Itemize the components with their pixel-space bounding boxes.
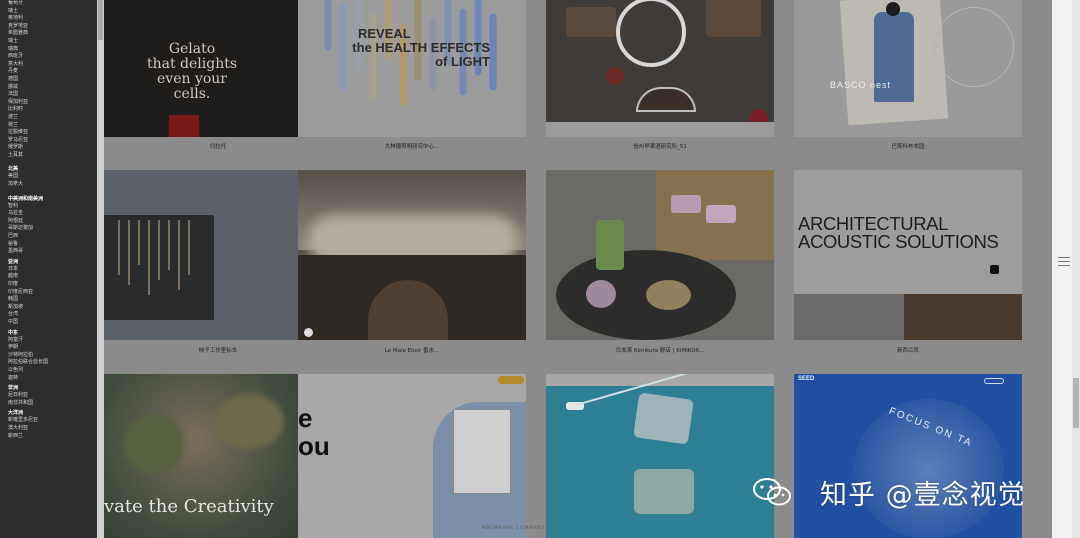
sidebar-item[interactable]: 阿富汗 bbox=[8, 337, 97, 345]
sidebar-scrollbar[interactable] bbox=[97, 0, 104, 538]
thumb-basco[interactable]: BASCO nest bbox=[794, 0, 1022, 137]
page-scrollbar-thumb[interactable] bbox=[1073, 378, 1079, 428]
sidebar-scrollbar-thumb[interactable] bbox=[98, 0, 103, 40]
sidebar-item[interactable]: 中国 bbox=[8, 319, 97, 327]
sidebar-item[interactable]: 波兰 bbox=[8, 114, 97, 122]
thumb-tin[interactable] bbox=[546, 374, 774, 538]
reveal-line3: of LIGHT bbox=[435, 54, 490, 69]
sidebar-item[interactable]: 乌拉圭 bbox=[8, 210, 97, 218]
sidebar-item[interactable]: 美国 bbox=[8, 173, 97, 181]
sidebar-item[interactable]: 印度尼西亚 bbox=[8, 289, 97, 297]
sidebar-item[interactable]: 西班牙 bbox=[8, 53, 97, 61]
menu-icon[interactable] bbox=[1058, 257, 1070, 266]
basco-logo: BASCO nest bbox=[830, 80, 892, 90]
region-sidebar: 葡萄牙 瑞士 奥地利 克罗地亚 希腊雅典 瑞士 瑞典 西班牙 意大利 丹麦 德国 挪威 法国 保加利亚 比利… bbox=[0, 0, 97, 538]
wechat-icon bbox=[753, 478, 791, 506]
gelato-line2: that delights bbox=[146, 56, 238, 72]
sidebar-item[interactable]: 阿拉伯联合酋长国 bbox=[8, 359, 97, 367]
sidebar-item[interactable]: 希腊雅典 bbox=[8, 30, 97, 38]
sidebar-item[interactable]: 秘鲁 bbox=[8, 241, 97, 249]
card-caption[interactable]: 大林德照明研究中心... bbox=[298, 142, 526, 150]
you-line1: e bbox=[298, 403, 313, 433]
thumb-lemale[interactable] bbox=[298, 170, 526, 340]
thumb-acoustic[interactable]: ARCHITECTURAL ACOUSTIC SOLUTIONS bbox=[794, 170, 1022, 340]
app-root: 葡萄牙 瑞士 奥地利 克罗地亚 希腊雅典 瑞士 瑞典 西班牙 意大利 丹麦 德国 挪威 法国 保加利亚 比利… bbox=[0, 0, 1080, 538]
sidebar-item[interactable]: 意大利 bbox=[8, 61, 97, 69]
sidebar-heading: 中美洲和南美洲 bbox=[8, 195, 44, 202]
you-badge bbox=[498, 376, 524, 384]
tools-graphic bbox=[118, 220, 190, 295]
gelato-line1: Gelato bbox=[168, 41, 216, 57]
reveal-line1: REVEAL bbox=[358, 26, 411, 41]
sidebar-item[interactable]: 荷兰 bbox=[8, 122, 97, 130]
sidebar-item[interactable]: 韩国 bbox=[8, 296, 97, 304]
sidebar-item[interactable]: 迦特 bbox=[8, 375, 97, 383]
thumb-reveal[interactable]: REVEAL the HEALTH EFFECTS of LIGHT bbox=[298, 0, 526, 137]
magnifier-icon bbox=[616, 0, 686, 67]
card-caption[interactable]: 新西兰风 bbox=[794, 346, 1022, 354]
sidebar-item[interactable]: 澳大利亚 bbox=[8, 425, 97, 433]
sidebar-item[interactable]: 以色列 bbox=[8, 367, 97, 375]
sidebar-item[interactable]: 瑞士 bbox=[8, 38, 97, 46]
sidebar-item[interactable]: 德国 bbox=[8, 76, 97, 84]
sidebar-item[interactable]: 丹麦 bbox=[8, 68, 97, 76]
card-caption[interactable]: 日本茶 Kimikura 舒店 | KIMIKUR... bbox=[546, 346, 774, 354]
sidebar-heading: 亚洲 bbox=[8, 258, 19, 265]
sidebar-item[interactable]: 南非共和国 bbox=[8, 400, 97, 408]
card-caption[interactable]: 信州早果酒研究所_51 bbox=[546, 142, 774, 150]
sidebar-item[interactable]: 墨西哥 bbox=[8, 248, 97, 256]
sidebar-item[interactable]: 新加坡 bbox=[8, 304, 97, 312]
sidebar-item[interactable]: 尼日利亚 bbox=[8, 392, 97, 400]
sidebar-item[interactable]: 土耳其 bbox=[8, 152, 97, 160]
sidebar-item[interactable]: 印度 bbox=[8, 281, 97, 289]
sidebar-heading: 北美 bbox=[8, 166, 19, 173]
sidebar-heading: 中东 bbox=[8, 329, 19, 336]
sidebar-item[interactable]: 新西兰 bbox=[8, 433, 97, 441]
thumb-kimikura[interactable] bbox=[546, 170, 774, 340]
sidebar-item[interactable]: 巴西 bbox=[8, 233, 97, 241]
thumb-seed[interactable]: SEED FOCUS ON TA bbox=[794, 374, 1022, 538]
gelato-red-block bbox=[169, 115, 199, 137]
sidebar-item[interactable]: 伊朗 bbox=[8, 344, 97, 352]
sidebar-item[interactable]: 台湾 bbox=[8, 311, 97, 319]
footer-logo: ABEMASHI COMPANY bbox=[482, 526, 546, 531]
sidebar-item[interactable]: 法国 bbox=[8, 91, 97, 99]
reveal-line2: the HEALTH EFFECTS bbox=[352, 40, 490, 55]
acoustic-icon bbox=[990, 265, 999, 274]
sidebar-item[interactable]: 拉脱维亚 bbox=[8, 129, 97, 137]
page-scrollbar[interactable] bbox=[1072, 0, 1080, 538]
sidebar-item[interactable]: 哥斯达黎加 bbox=[8, 225, 97, 233]
sidebar-heading: 非洲 bbox=[8, 385, 19, 392]
creativity-text: vate the Creativity bbox=[104, 496, 274, 517]
sidebar-item[interactable]: 葡萄牙 bbox=[8, 0, 97, 8]
gelato-line3: even your cells. bbox=[157, 71, 227, 102]
lemale-icon bbox=[304, 328, 313, 337]
sidebar-item[interactable]: 日本 bbox=[8, 266, 97, 274]
card-caption[interactable]: Le Male Elixir 香水... bbox=[298, 346, 526, 354]
sidebar-item[interactable]: 奥地利 bbox=[8, 15, 97, 23]
sidebar-item[interactable]: 挪威 bbox=[8, 84, 97, 92]
sidebar-item[interactable]: 越南 bbox=[8, 273, 97, 281]
you-line2: ou bbox=[298, 431, 330, 461]
acoustic-line2: ACOUSTIC SOLUTIONS bbox=[798, 231, 999, 252]
gallery: Gelato that delights even your cells. 切拉… bbox=[104, 0, 1052, 538]
thumb-shinshu[interactable] bbox=[546, 0, 774, 137]
sidebar-item[interactable]: 新喀里多尼亚 bbox=[8, 417, 97, 425]
sidebar-item[interactable]: 比利时 bbox=[8, 106, 97, 114]
watermark: 知乎 @壹念视觉 bbox=[752, 472, 1026, 512]
watermark-text: 知乎 @壹念视觉 bbox=[820, 479, 1026, 511]
seed-logo: SEED bbox=[798, 376, 815, 382]
card-caption[interactable]: 巴斯科布衣园 bbox=[794, 142, 1022, 150]
sidebar-item[interactable]: 俄罗斯 bbox=[8, 144, 97, 152]
sidebar-item[interactable]: 加拿大 bbox=[8, 181, 97, 189]
thumb-you[interactable]: e ou bbox=[298, 374, 526, 538]
